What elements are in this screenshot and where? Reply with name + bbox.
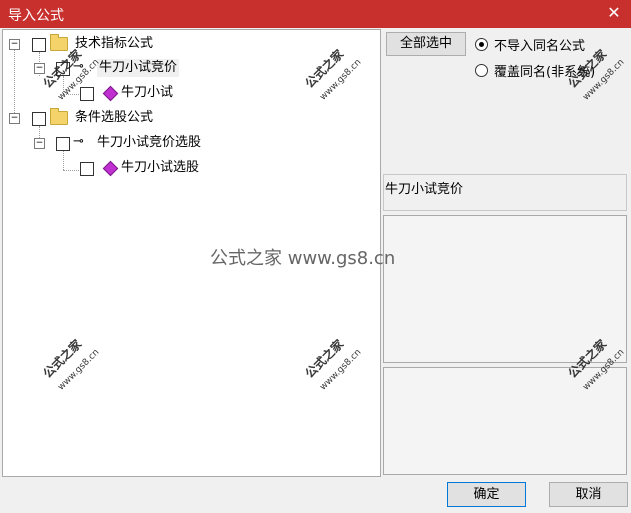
gem-icon — [102, 160, 119, 177]
checkbox[interactable] — [56, 137, 70, 151]
key-icon: ⊸ — [73, 134, 84, 149]
tree-node-label: 牛刀小试选股 — [121, 160, 200, 175]
checkbox[interactable] — [32, 112, 46, 126]
collapse-toggle[interactable]: − — [9, 39, 20, 50]
collapse-toggle[interactable]: − — [9, 113, 20, 124]
cancel-button[interactable]: 取消 — [549, 482, 628, 507]
checkbox[interactable] — [80, 87, 94, 101]
formula-name-panel: 牛刀小试竞价 — [383, 174, 627, 211]
gem-icon — [102, 85, 119, 102]
formula-description-panel[interactable] — [383, 215, 627, 363]
radio-overwrite-same-name[interactable] — [475, 64, 488, 77]
watermark-center: 公式之家 www.gs8.cn — [210, 248, 396, 269]
close-icon[interactable]: ✕ — [605, 3, 623, 23]
tree-node-stock-screening[interactable]: − 条件选股公式 — [3, 108, 373, 127]
folder-icon — [50, 108, 68, 125]
tree-node-formula-screening[interactable]: 牛刀小试选股 — [3, 159, 373, 177]
select-all-button[interactable]: 全部选中 — [386, 32, 466, 56]
formula-name: 牛刀小试竞价 — [385, 182, 464, 197]
tree-node-label: 技术指标公式 — [75, 36, 154, 51]
collapse-toggle[interactable]: − — [34, 63, 45, 74]
tree-node-label: 牛刀小试竞价 — [97, 59, 180, 77]
radio-skip-label[interactable]: 不导入同名公式 — [494, 35, 585, 54]
tree-node-formula-auction-screening[interactable]: − ⊸ 牛刀小试竞价选股 — [3, 134, 373, 152]
tree-node-label: 条件选股公式 — [75, 110, 154, 125]
window-title: 导入公式 — [8, 8, 64, 24]
tree-node-tech-indicators[interactable]: − 技术指标公式 — [3, 34, 373, 53]
checkbox[interactable] — [32, 38, 46, 52]
folder-icon — [50, 34, 68, 51]
title-bar: 导入公式 ✕ — [0, 0, 631, 28]
ok-button[interactable]: 确定 — [447, 482, 526, 507]
tree-node-label: 牛刀小试 — [121, 85, 174, 100]
checkbox[interactable] — [80, 162, 94, 176]
tree-node-label: 牛刀小试竞价选股 — [97, 135, 202, 150]
radio-skip-same-name[interactable] — [475, 38, 488, 51]
collapse-toggle[interactable]: − — [34, 138, 45, 149]
